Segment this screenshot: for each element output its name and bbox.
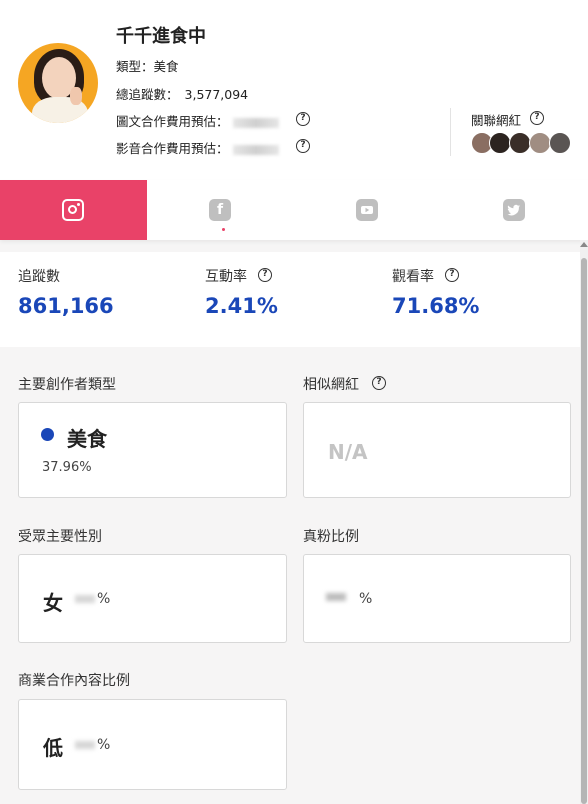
real-fans-label: 真粉比例 [303,529,359,545]
tab-instagram[interactable] [0,180,147,240]
type-row: 類型：美食 [116,56,179,75]
related-avatar[interactable] [529,132,551,154]
header-divider [450,108,451,156]
audience-gender-value: 女 [43,591,63,615]
video-fee-help-icon[interactable]: ? [296,139,310,153]
audience-gender-card: 女 % [18,554,287,643]
related-help-icon[interactable]: ? [530,111,544,125]
commercial-ratio-card: 低 % [18,699,287,790]
view-rate-help-icon[interactable]: ? [445,268,459,282]
profile-header: 千千進食中 類型：美食 總追蹤數： 3,577,094 圖文合作費用預估： ? 影… [0,0,588,180]
engagement-stat-label: 互動率 [205,269,247,285]
real-fans-unit: % [359,591,373,607]
tab-youtube[interactable] [294,180,441,240]
view-rate-stat-label: 觀看率 [392,269,434,285]
image-fee-help-icon[interactable]: ? [296,112,310,126]
type-value: 美食 [153,59,179,74]
commercial-ratio-unit: % [97,737,111,753]
image-fee-row: 圖文合作費用預估： [116,111,279,130]
type-label: 類型： [116,59,154,74]
blurred-percent [75,741,95,749]
creator-type-value: 美食 [67,427,107,451]
youtube-icon [356,199,378,221]
total-followers-value: 3,577,094 [184,87,249,102]
instagram-icon [62,199,84,221]
facebook-tab-indicator [222,228,225,231]
similar-help-icon[interactable]: ? [372,376,386,390]
creator-type-card: 美食 37.96% [18,402,287,498]
blurred-percent [75,595,95,603]
view-rate-stat-value: 71.68% [392,294,480,318]
stats-panel: 追蹤數 861,166 互動率 ? 2.41% 觀看率 ? 71.68% [0,252,580,347]
total-followers-row: 總追蹤數： 3,577,094 [116,84,248,103]
related-avatar[interactable] [549,132,571,154]
image-fee-label: 圖文合作費用預估： [116,114,229,129]
commercial-ratio-value: 低 [43,736,63,760]
video-fee-blurred-value [232,144,279,155]
avatar[interactable] [18,43,98,123]
similar-influencers-label: 相似網紅 [303,377,359,393]
image-fee-blurred-value [232,117,279,128]
related-influencers-label: 關聯網紅 [471,113,522,128]
twitter-icon [503,199,525,221]
similar-influencers-card: N/A [303,402,571,498]
followers-stat-value: 861,166 [18,294,114,318]
tab-facebook[interactable]: f [147,180,294,240]
total-followers-label: 總追蹤數： [116,87,179,102]
audience-gender-label: 受眾主要性別 [18,529,102,545]
scrollbar-thumb[interactable] [581,258,587,804]
creator-type-percent: 37.96% [42,460,92,475]
creator-type-label: 主要創作者類型 [18,377,116,393]
related-avatar[interactable] [489,132,511,154]
audience-gender-unit: % [97,591,111,607]
real-fans-card: % [303,554,571,643]
related-avatar[interactable] [509,132,531,154]
facebook-icon: f [209,199,231,221]
commercial-ratio-label: 商業合作內容比例 [18,673,130,689]
video-fee-row: 影音合作費用預估： [116,138,279,157]
similar-influencers-value: N/A [328,440,368,464]
followers-stat-label: 追蹤數 [18,269,60,285]
tab-twitter[interactable] [441,180,588,240]
video-fee-label: 影音合作費用預估： [116,141,229,156]
scroll-up-icon[interactable] [580,242,588,247]
blurred-percent [326,593,346,601]
engagement-help-icon[interactable]: ? [258,268,272,282]
influencer-name: 千千進食中 [116,26,206,47]
category-dot-icon [41,428,54,441]
platform-tabs: f [0,180,588,240]
engagement-stat-value: 2.41% [205,294,278,318]
